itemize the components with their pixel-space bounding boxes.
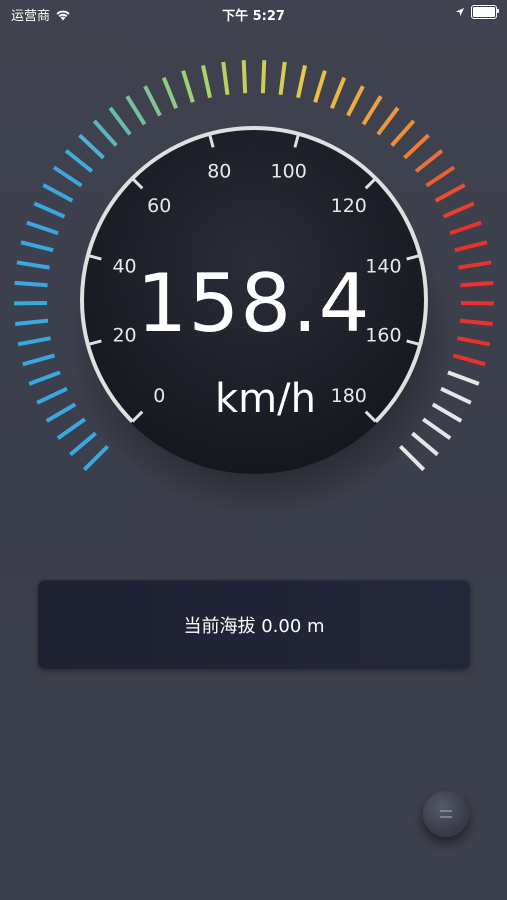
color-tick (82, 444, 110, 472)
scale-label: 100 (271, 161, 307, 183)
color-tick (33, 201, 66, 219)
scale-label: 120 (331, 195, 367, 217)
speed-unit: km/h (215, 376, 316, 422)
color-tick (161, 76, 179, 109)
color-tick (452, 353, 486, 367)
color-tick (403, 133, 430, 160)
color-tick (26, 220, 59, 236)
color-tick (414, 149, 444, 173)
color-tick (125, 95, 147, 126)
color-tick (390, 119, 416, 147)
color-tick (143, 85, 162, 117)
color-tick (296, 65, 307, 99)
color-tick (425, 165, 456, 188)
color-tick (398, 444, 426, 472)
speed-value: 158.4 (136, 257, 371, 350)
color-tick (64, 149, 94, 173)
color-tick (361, 95, 383, 126)
scale-label: 80 (207, 161, 231, 183)
color-tick (329, 76, 347, 109)
speedometer-screen: 运营商 下午 5:27 0 20 40 60 80 100 120 140 16… (0, 0, 507, 900)
color-tick (454, 240, 488, 253)
color-tick (313, 70, 327, 103)
color-tick (92, 119, 118, 147)
color-tick (69, 431, 97, 457)
color-tick (22, 353, 56, 367)
color-tick (52, 165, 83, 188)
color-tick (221, 61, 230, 95)
color-tick (278, 61, 287, 95)
color-tick (20, 240, 54, 253)
altitude-text: 当前海拔 0.00 m (183, 615, 325, 637)
menu-button[interactable] (423, 791, 469, 837)
color-tick (376, 106, 400, 136)
color-tick (411, 431, 439, 457)
scale-label: 60 (147, 195, 171, 217)
color-tick (442, 201, 475, 219)
color-tick (42, 183, 74, 203)
menu-icon (440, 810, 452, 818)
color-tick (108, 106, 132, 136)
color-tick (260, 60, 267, 94)
color-tick (201, 65, 212, 99)
color-tick (241, 60, 248, 94)
color-tick (422, 417, 452, 440)
color-tick (56, 417, 86, 440)
altitude-panel: 当前海拔 0.00 m (38, 580, 470, 669)
color-tick (181, 70, 195, 103)
color-tick (346, 85, 365, 117)
color-tick (434, 183, 466, 203)
color-tick (78, 133, 105, 160)
color-tick (449, 220, 482, 236)
